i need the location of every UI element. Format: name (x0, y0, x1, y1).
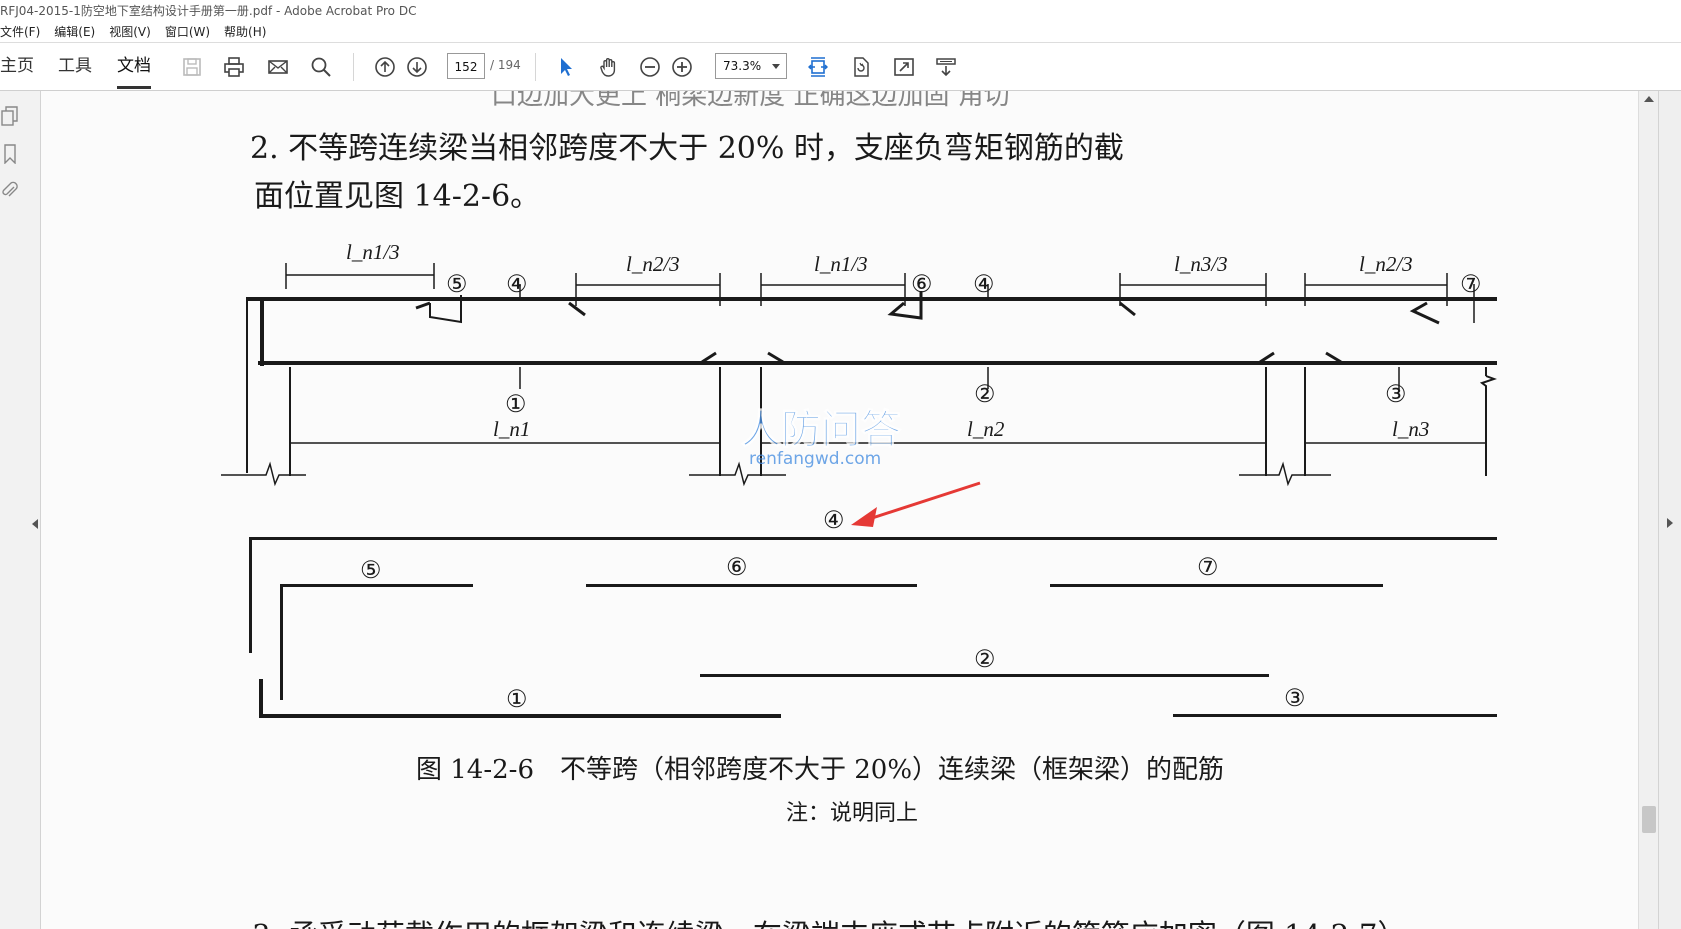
page-total: / 194 (490, 58, 521, 72)
tab-document[interactable]: 文档 (117, 55, 151, 89)
watermark-url: renfangwd.com (749, 449, 881, 469)
detail-mark-7: ⑦ (1197, 553, 1219, 581)
title-bar: RFJ04-2015-1防空地下室结构设计手册第一册.pdf - Adobe A… (0, 0, 1681, 22)
collapse-left-icon[interactable] (32, 519, 38, 529)
vertical-scrollbar[interactable] (1638, 91, 1659, 929)
bar-mark-6: ⑥ (911, 270, 933, 298)
next-page-icon[interactable] (404, 54, 430, 80)
page-thumbnails-icon[interactable] (0, 105, 20, 127)
bar-mark-3: ③ (1385, 380, 1407, 408)
zoom-in-icon[interactable] (669, 54, 695, 80)
document-page: 口边加大更上 桐梁边新度 正确这边加固 角切 2. 不等跨连续梁当相邻跨度不大于… (41, 91, 1638, 929)
bar-mark-5: ⑤ (446, 270, 468, 298)
save-icon[interactable] (179, 54, 205, 80)
watermark: 人防问答 renfangwd.com (741, 407, 903, 470)
annotation-arrow (851, 481, 981, 527)
prev-page-icon[interactable] (372, 54, 398, 80)
email-icon[interactable] (265, 54, 291, 80)
tab-home[interactable]: 主页 (0, 55, 34, 77)
bar-mark-2: ② (974, 380, 996, 408)
main-toolbar: 主页 工具 文档 152 / 194 73.3% (0, 43, 1681, 91)
bookmark-icon[interactable] (0, 143, 20, 165)
span-label-ln1: l_n1 (493, 417, 530, 441)
attachment-icon[interactable] (0, 179, 20, 201)
detail-mark-6: ⑥ (726, 553, 748, 581)
zoom-select[interactable]: 73.3% (715, 53, 787, 79)
fit-width-icon[interactable] (805, 54, 831, 80)
figure-note: 注：说明同上 (786, 801, 919, 826)
bar-mark-1: ① (505, 390, 527, 418)
collapse-right-icon[interactable] (1667, 518, 1673, 528)
select-arrow-icon[interactable] (553, 54, 579, 80)
menu-window[interactable]: 窗口(W) (165, 22, 210, 42)
zoom-out-icon[interactable] (637, 54, 663, 80)
menu-view[interactable]: 视图(V) (109, 22, 151, 42)
tools-pane (1658, 91, 1681, 929)
menu-edit[interactable]: 编辑(E) (54, 22, 95, 42)
scrollbar-thumb[interactable] (1642, 806, 1656, 833)
dim-label-ln1-3-b: l_n1/3 (814, 252, 868, 276)
dim-label-ln2-3-a: l_n2/3 (626, 252, 680, 276)
page-number-input[interactable]: 152 (447, 53, 485, 79)
detail-mark-2: ② (974, 645, 996, 673)
span-label-ln2: l_n2 (967, 417, 1005, 441)
bent-bar-marks (415, 291, 1440, 364)
full-screen-icon[interactable] (891, 54, 917, 80)
detail-mark-4: ④ (823, 506, 845, 534)
bar-mark-7: ⑦ (1460, 270, 1482, 298)
bar-mark-4: ④ (506, 270, 528, 298)
navigation-pane (0, 91, 41, 929)
dim-label-ln2-3-b: l_n2/3 (1359, 252, 1413, 276)
bar-mark-4b: ④ (973, 270, 995, 298)
hand-tool-icon[interactable] (596, 54, 622, 80)
menu-bar: 文件(F) 编辑(E) 视图(V) 窗口(W) 帮助(H) (0, 22, 1681, 43)
print-icon[interactable] (221, 54, 247, 80)
detail-mark-3: ③ (1284, 684, 1306, 712)
menu-help[interactable]: 帮助(H) (224, 22, 266, 42)
figure-caption: 图 14-2-6 不等跨（相邻跨度不大于 20%）连续梁（框架梁）的配筋 (416, 755, 1225, 785)
dim-label-ln3-3: l_n3/3 (1174, 252, 1228, 276)
zoom-value: 73.3% (723, 59, 762, 73)
beam-drawing (221, 263, 1497, 718)
tab-tools[interactable]: 工具 (58, 55, 92, 77)
detail-mark-5: ⑤ (360, 556, 382, 584)
watermark-title: 人防问答 (741, 407, 902, 453)
menu-file[interactable]: 文件(F) (0, 22, 40, 42)
span-label-ln3: l_n3 (1392, 417, 1429, 441)
scroll-up-icon[interactable] (1644, 96, 1654, 102)
window-title: RFJ04-2015-1防空地下室结构设计手册第一册.pdf - Adobe A… (0, 4, 417, 18)
dim-label-ln1-3-a: l_n1/3 (346, 240, 400, 264)
detail-mark-1: ① (506, 685, 528, 713)
read-mode-icon[interactable] (933, 54, 959, 80)
chevron-down-icon (772, 64, 780, 69)
next-paragraph-partial: 3. 承受动荷载作用的框架梁和连续梁，在梁端支座或节点附近的箍筋应加密（图 14… (252, 912, 1407, 929)
search-icon[interactable] (308, 54, 334, 80)
rotate-page-icon[interactable] (848, 54, 874, 80)
